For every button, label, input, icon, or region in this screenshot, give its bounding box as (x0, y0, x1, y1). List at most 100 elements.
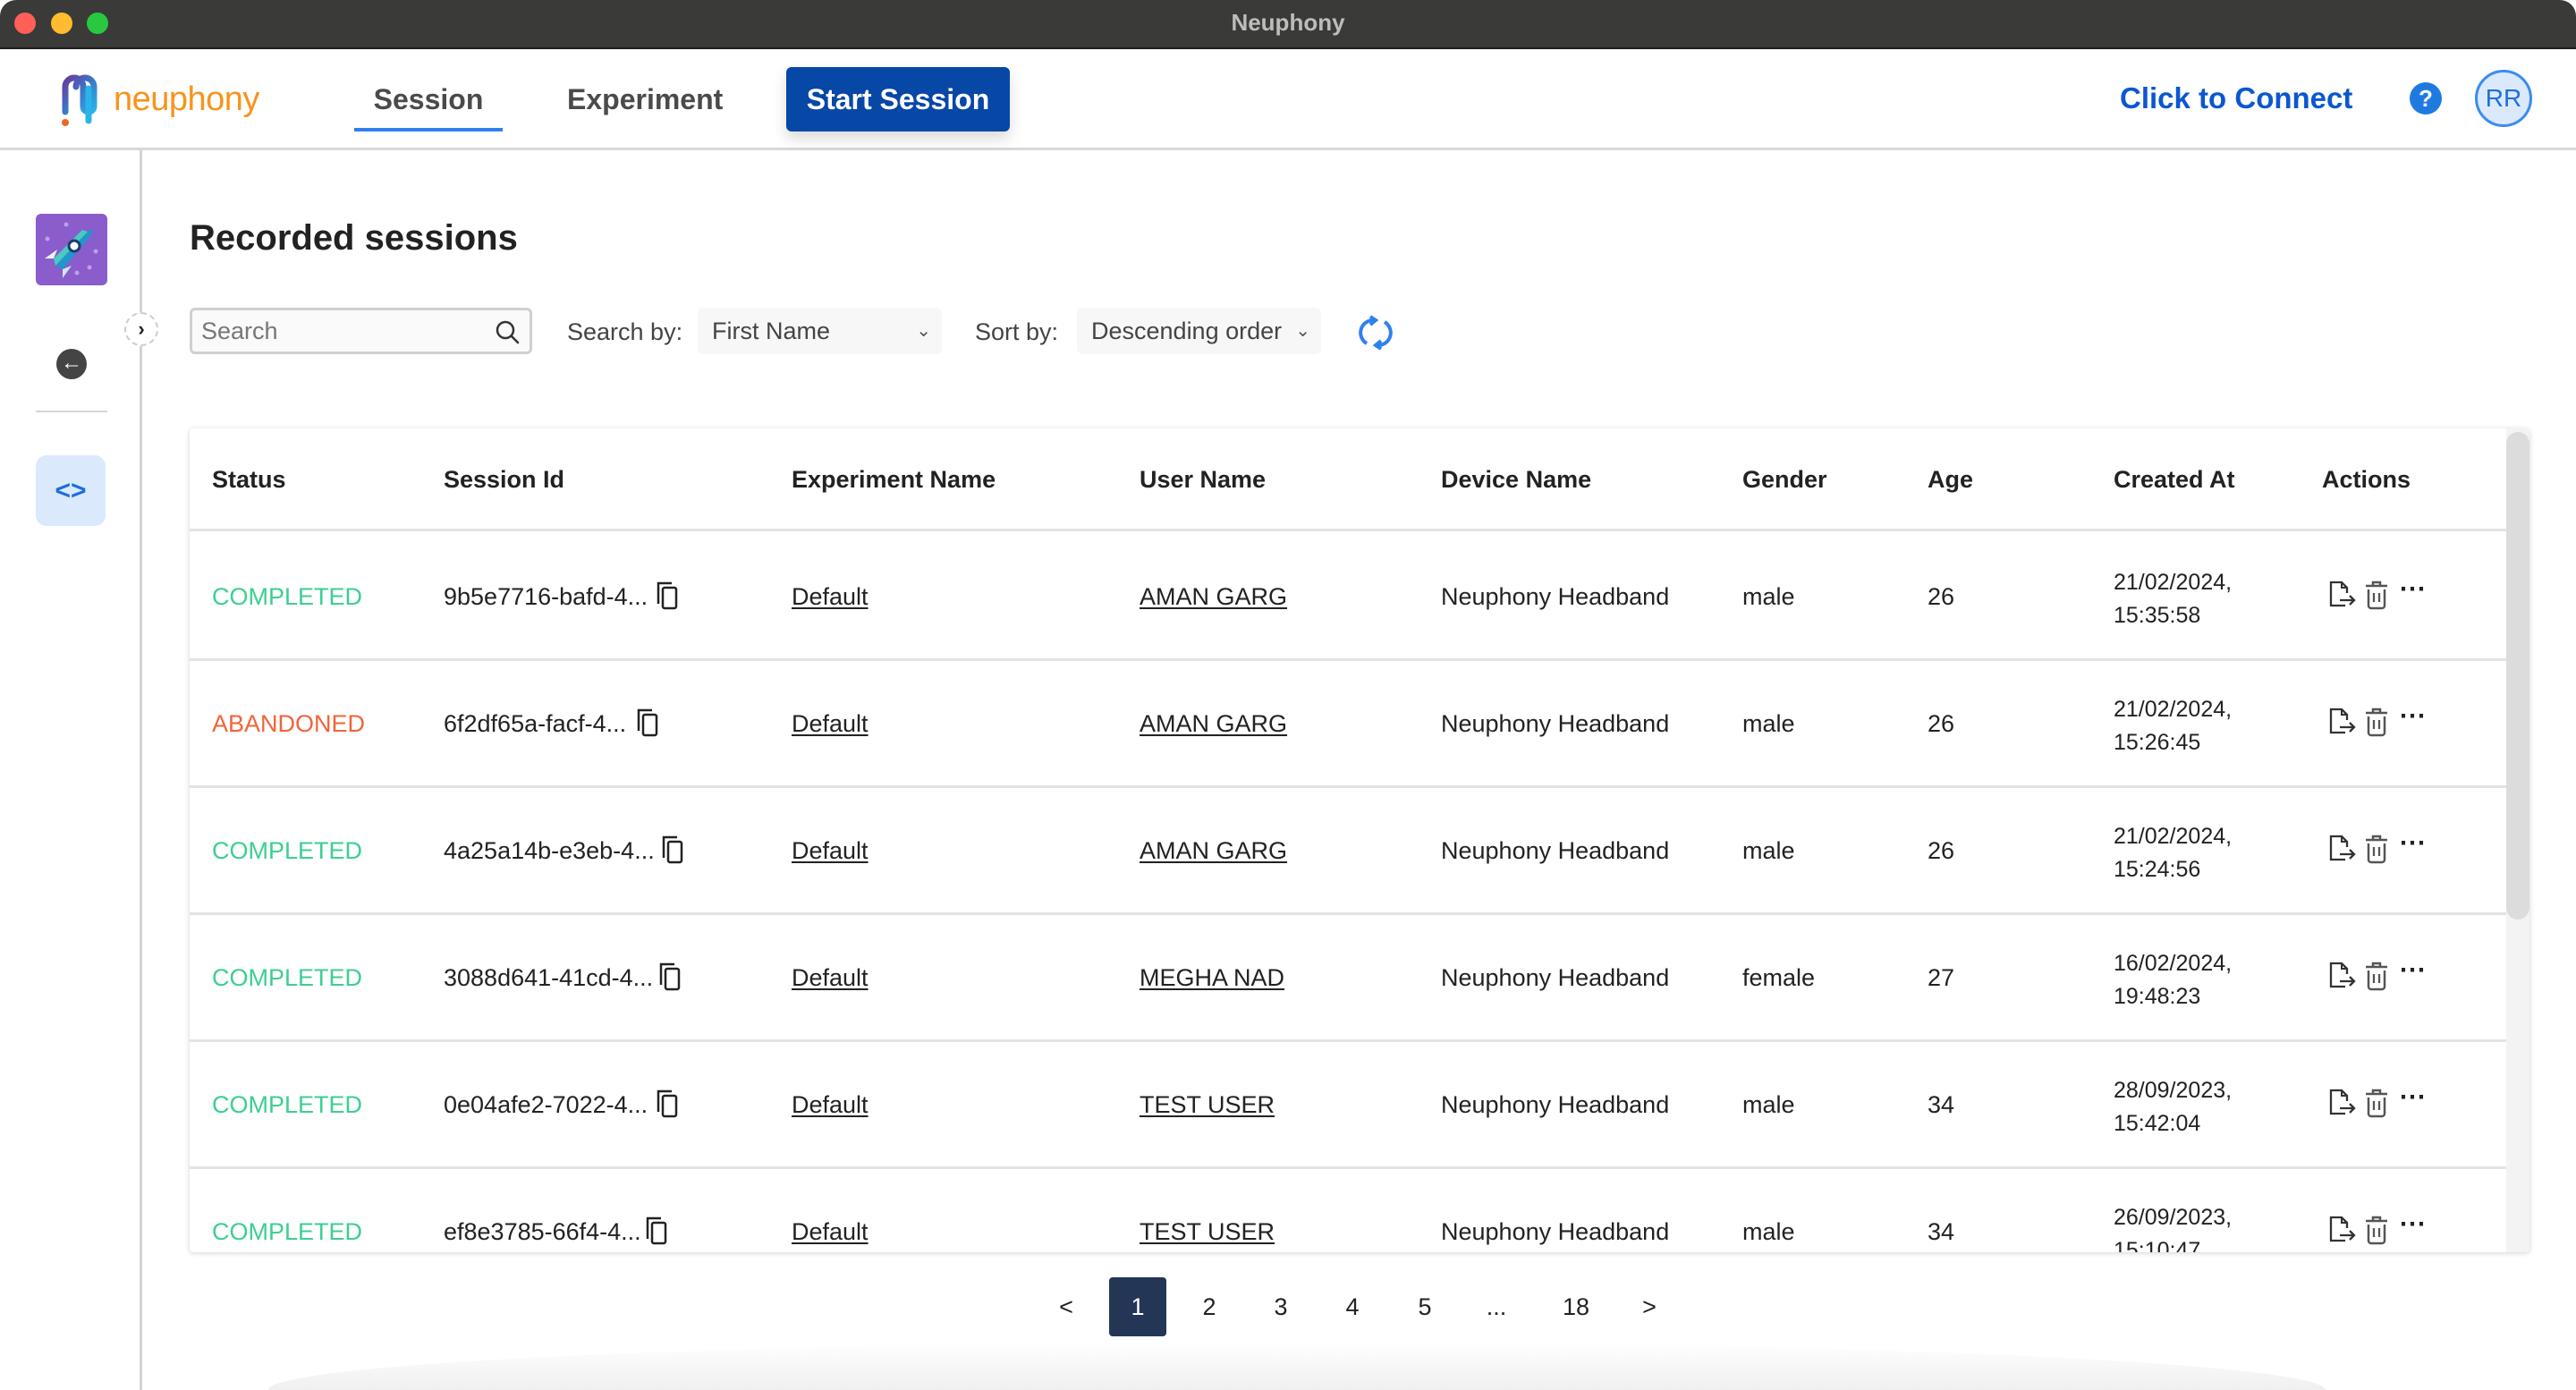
sort-by-value: Descending order (1091, 318, 1283, 344)
top-navbar: neuphony Session Experiment Start Sessio… (0, 49, 2576, 150)
search-input[interactable] (201, 316, 487, 346)
experiment-link[interactable]: Default (792, 1218, 869, 1246)
column-header-status[interactable]: Status (212, 466, 286, 494)
created-time: 19:48:23 (2114, 984, 2201, 1009)
device-name: Neuphony Headband (1441, 1218, 1670, 1245)
more-icon[interactable]: ⋯ (2399, 827, 2426, 860)
copy-icon[interactable] (656, 581, 681, 611)
pagination-page[interactable]: 1 (1109, 1277, 1166, 1336)
pagination-prev[interactable]: < (1054, 1277, 1079, 1336)
window-title: Neuphony (1231, 9, 1345, 36)
user-name-link[interactable]: AMAN GARG (1140, 710, 1287, 738)
created-date: 26/09/2023, (2114, 1205, 2233, 1230)
trash-icon[interactable] (2363, 1087, 2390, 1119)
sidebar-expand-toggle[interactable]: › (124, 312, 158, 346)
table-row[interactable]: COMPLETED 9b5e7716-bafd-4... Default AMAN G… (190, 534, 2506, 661)
table-scrollbar[interactable] (2506, 428, 2529, 1252)
trash-icon[interactable] (2363, 833, 2390, 865)
trash-icon[interactable] (2363, 706, 2390, 738)
experiment-link[interactable]: Default (792, 837, 869, 865)
code-view-button[interactable]: <> (36, 455, 106, 526)
pagination-ellipsis: ... (1486, 1293, 1507, 1320)
table-row[interactable]: COMPLETED 0e04afe2-7022-4... Default TEST U… (190, 1042, 2506, 1169)
export-icon[interactable] (2327, 1087, 2358, 1119)
column-header-experiment-name[interactable]: Experiment Name (792, 466, 996, 494)
table-row[interactable]: COMPLETED ef8e3785-66f4-4... Default TEST U… (190, 1169, 2506, 1252)
age: 26 (1928, 710, 1955, 737)
tab-session[interactable]: Session (354, 49, 503, 150)
created-time: 15:10:47 (2114, 1238, 2201, 1252)
user-name-link[interactable]: TEST USER (1140, 1218, 1275, 1246)
user-name-link[interactable]: AMAN GARG (1140, 583, 1287, 611)
neuphony-logo-icon (62, 74, 97, 126)
more-icon[interactable]: ⋯ (2399, 1208, 2426, 1241)
device-name: Neuphony Headband (1441, 964, 1670, 991)
export-icon[interactable] (2327, 960, 2358, 992)
copy-icon[interactable] (656, 1089, 681, 1119)
user-name-link[interactable]: MEGHA NAD (1140, 964, 1284, 992)
device-name: Neuphony Headband (1441, 837, 1670, 864)
table-row[interactable]: COMPLETED 4a25a14b-e3eb-4... Default AMAN G… (190, 788, 2506, 915)
experiment-link[interactable]: Default (792, 583, 869, 611)
pagination-page[interactable]: 18 (1547, 1277, 1605, 1336)
pagination-page[interactable]: 3 (1252, 1277, 1309, 1336)
pagination-page[interactable]: 4 (1324, 1277, 1381, 1336)
column-header-device-name[interactable]: Device Name (1441, 466, 1591, 494)
sort-by-select[interactable]: Descending order ⌄ (1077, 308, 1321, 354)
created-date: 21/02/2024, (2114, 697, 2233, 722)
help-icon[interactable]: ? (2410, 82, 2442, 114)
trash-icon[interactable] (2363, 579, 2390, 611)
search-by-label: Search by: (567, 318, 683, 345)
tab-experiment[interactable]: Experiment (567, 49, 723, 150)
copy-icon[interactable] (658, 962, 683, 992)
column-header-gender[interactable]: Gender (1742, 466, 1827, 494)
click-to-connect-link[interactable]: Click to Connect (2120, 81, 2352, 115)
column-header-created-at[interactable]: Created At (2114, 466, 2235, 494)
status-badge: COMPLETED (212, 1218, 363, 1245)
refresh-icon[interactable] (1356, 313, 1395, 352)
export-icon[interactable] (2327, 706, 2358, 738)
more-icon[interactable]: ⋯ (2399, 1081, 2426, 1114)
export-icon[interactable] (2327, 833, 2358, 865)
pagination-page[interactable]: 2 (1181, 1277, 1238, 1336)
pagination-page[interactable]: 5 (1396, 1277, 1453, 1336)
table-row[interactable]: ABANDONED 6f2df65a-facf-4... Default AMAN G… (190, 661, 2506, 788)
session-id: 9b5e7716-bafd-4... (444, 583, 648, 610)
age: 26 (1928, 837, 1955, 864)
experiment-link[interactable]: Default (792, 710, 869, 738)
back-arrow-icon[interactable]: ← (56, 349, 87, 379)
pagination-next[interactable]: > (1637, 1277, 1662, 1336)
column-header-age[interactable]: Age (1928, 466, 1973, 494)
copy-icon[interactable] (661, 835, 686, 865)
experiment-link[interactable]: Default (792, 1091, 869, 1119)
search-by-value: First Name (712, 318, 831, 344)
column-header-session-id[interactable]: Session Id (444, 466, 564, 494)
copy-icon[interactable] (645, 1216, 670, 1246)
user-name-link[interactable]: AMAN GARG (1140, 837, 1287, 865)
copy-icon[interactable] (636, 708, 661, 738)
more-icon[interactable]: ⋯ (2399, 573, 2426, 606)
status-badge: COMPLETED (212, 583, 363, 610)
trash-icon[interactable] (2363, 960, 2390, 992)
column-header-user-name[interactable]: User Name (1140, 466, 1266, 494)
rocket-icon[interactable] (36, 214, 107, 285)
more-icon[interactable]: ⋯ (2399, 954, 2426, 987)
status-badge: ABANDONED (212, 710, 366, 737)
bottom-shadow (268, 1342, 2326, 1390)
start-session-button[interactable]: Start Session (786, 67, 1010, 131)
app-logo[interactable]: neuphony (58, 71, 259, 128)
table-row[interactable]: COMPLETED 3088d641-41cd-4... Default MEGHA … (190, 915, 2506, 1042)
export-icon[interactable] (2327, 1214, 2358, 1246)
more-icon[interactable]: ⋯ (2399, 700, 2426, 733)
device-name: Neuphony Headband (1441, 710, 1670, 737)
experiment-link[interactable]: Default (792, 964, 869, 992)
user-name-link[interactable]: TEST USER (1140, 1091, 1275, 1119)
table-scrollbar-thumb[interactable] (2506, 432, 2529, 920)
user-avatar[interactable]: RR (2475, 70, 2532, 127)
export-icon[interactable] (2327, 579, 2358, 611)
search-icon[interactable] (494, 318, 521, 345)
age: 34 (1928, 1091, 1955, 1118)
trash-icon[interactable] (2363, 1214, 2390, 1246)
search-by-select[interactable]: First Name ⌄ (698, 308, 942, 354)
search-field[interactable] (190, 308, 532, 354)
